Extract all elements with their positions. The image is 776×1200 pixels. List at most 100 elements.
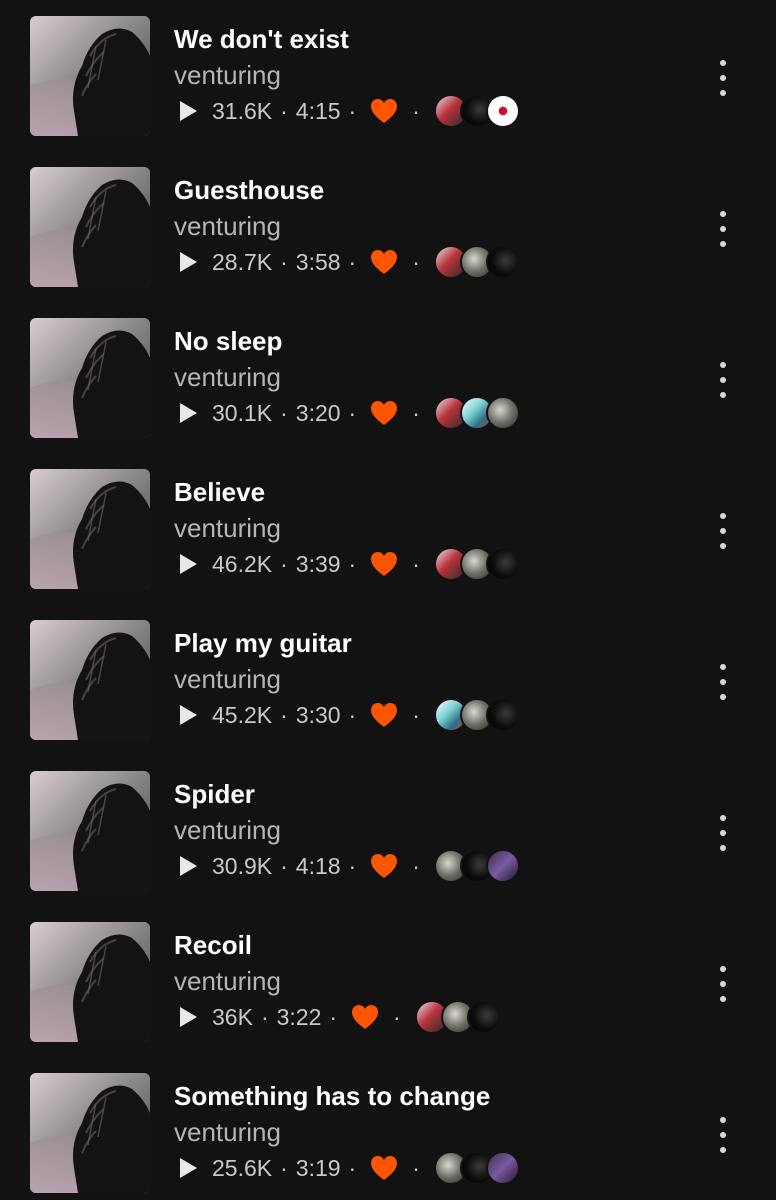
play-icon — [180, 101, 197, 121]
commenter-avatar[interactable] — [485, 1151, 520, 1185]
heart-icon[interactable] — [370, 853, 398, 879]
commenter-avatar[interactable] — [485, 94, 520, 128]
separator: · — [412, 1154, 420, 1181]
separator: · — [412, 701, 420, 728]
play-count: 25.6K — [212, 1154, 273, 1181]
commenter-avatars[interactable] — [433, 1151, 520, 1185]
commenter-avatar[interactable] — [485, 698, 520, 732]
commenter-avatars[interactable] — [433, 698, 520, 732]
heart-icon[interactable] — [370, 702, 398, 728]
heart-icon[interactable] — [370, 249, 398, 275]
track-title[interactable]: No sleep — [174, 326, 282, 357]
commenter-avatar[interactable] — [485, 396, 520, 430]
track-artwork[interactable] — [30, 771, 150, 891]
track-meta: 31.6K · 4:15 · · — [180, 94, 520, 128]
track-artwork[interactable] — [30, 620, 150, 740]
more-vertical-icon[interactable] — [708, 664, 738, 700]
more-vertical-icon[interactable] — [708, 211, 738, 247]
separator: · — [329, 1003, 338, 1030]
play-count: 45.2K — [212, 701, 273, 728]
track-title[interactable]: Guesthouse — [174, 175, 324, 206]
separator: · — [280, 852, 288, 879]
play-count: 28.7K — [212, 248, 273, 275]
track-row[interactable]: Believe venturing 46.2K · 3:39 · · — [0, 469, 776, 593]
track-duration: 4:18 — [295, 852, 341, 879]
track-artwork[interactable] — [30, 167, 150, 287]
track-duration: 3:58 — [295, 248, 341, 275]
track-meta: 28.7K · 3:58 · · — [180, 245, 520, 279]
play-count: 36K — [212, 1003, 253, 1030]
commenter-avatars[interactable] — [433, 94, 520, 128]
track-meta: 30.1K · 3:20 · · — [180, 396, 520, 430]
track-row[interactable]: Play my guitar venturing 45.2K · 3:30 · … — [0, 620, 776, 744]
track-artwork[interactable] — [30, 16, 150, 136]
track-artist[interactable]: venturing — [174, 966, 281, 997]
play-icon — [180, 554, 197, 574]
commenter-avatar[interactable] — [466, 1000, 501, 1034]
track-row[interactable]: Something has to change venturing 25.6K … — [0, 1073, 776, 1197]
track-row[interactable]: Guesthouse venturing 28.7K · 3:58 · · — [0, 167, 776, 291]
track-artwork[interactable] — [30, 469, 150, 589]
more-vertical-icon[interactable] — [708, 966, 738, 1002]
track-row[interactable]: Recoil venturing 36K · 3:22 · · — [0, 922, 776, 1046]
heart-icon[interactable] — [351, 1004, 379, 1030]
separator: · — [412, 399, 420, 426]
separator: · — [348, 852, 357, 879]
separator: · — [280, 97, 288, 124]
separator: · — [280, 550, 288, 577]
play-icon — [180, 252, 197, 272]
track-artist[interactable]: venturing — [174, 664, 281, 695]
separator: · — [348, 550, 357, 577]
heart-icon[interactable] — [370, 551, 398, 577]
track-title[interactable]: Something has to change — [174, 1081, 490, 1112]
separator: · — [412, 852, 420, 879]
track-row[interactable]: No sleep venturing 30.1K · 3:20 · · — [0, 318, 776, 442]
track-title[interactable]: Spider — [174, 779, 255, 810]
commenter-avatar[interactable] — [485, 849, 520, 883]
commenter-avatars[interactable] — [433, 547, 520, 581]
track-artist[interactable]: venturing — [174, 60, 281, 91]
track-title[interactable]: We don't exist — [174, 24, 349, 55]
separator: · — [280, 399, 288, 426]
track-duration: 3:20 — [295, 399, 341, 426]
track-artist[interactable]: venturing — [174, 815, 281, 846]
track-artist[interactable]: venturing — [174, 1117, 281, 1148]
commenter-avatars[interactable] — [433, 396, 520, 430]
track-meta: 25.6K · 3:19 · · — [180, 1151, 520, 1185]
track-artist[interactable]: venturing — [174, 362, 281, 393]
track-artwork[interactable] — [30, 922, 150, 1042]
commenter-avatars[interactable] — [414, 1000, 501, 1034]
separator: · — [348, 248, 357, 275]
track-row[interactable]: Spider venturing 30.9K · 4:18 · · — [0, 771, 776, 895]
play-count: 30.9K — [212, 852, 273, 879]
more-vertical-icon[interactable] — [708, 362, 738, 398]
track-meta: 36K · 3:22 · · — [180, 1000, 501, 1034]
track-artwork[interactable] — [30, 318, 150, 438]
track-row[interactable]: We don't exist venturing 31.6K · 4:15 · … — [0, 16, 776, 140]
track-title[interactable]: Recoil — [174, 930, 252, 961]
more-vertical-icon[interactable] — [708, 1117, 738, 1153]
more-vertical-icon[interactable] — [708, 60, 738, 96]
separator: · — [412, 97, 420, 124]
track-title[interactable]: Believe — [174, 477, 265, 508]
track-artwork[interactable] — [30, 1073, 150, 1193]
play-count: 30.1K — [212, 399, 273, 426]
heart-icon[interactable] — [370, 98, 398, 124]
more-vertical-icon[interactable] — [708, 513, 738, 549]
track-artist[interactable]: venturing — [174, 211, 281, 242]
separator: · — [348, 399, 357, 426]
heart-icon[interactable] — [370, 1155, 398, 1181]
track-meta: 45.2K · 3:30 · · — [180, 698, 520, 732]
commenter-avatar[interactable] — [485, 547, 520, 581]
track-artist[interactable]: venturing — [174, 513, 281, 544]
commenter-avatars[interactable] — [433, 245, 520, 279]
commenter-avatars[interactable] — [433, 849, 520, 883]
separator: · — [280, 1154, 288, 1181]
track-meta: 30.9K · 4:18 · · — [180, 849, 520, 883]
play-icon — [180, 1158, 197, 1178]
play-count: 31.6K — [212, 97, 273, 124]
commenter-avatar[interactable] — [485, 245, 520, 279]
heart-icon[interactable] — [370, 400, 398, 426]
more-vertical-icon[interactable] — [708, 815, 738, 851]
track-title[interactable]: Play my guitar — [174, 628, 352, 659]
